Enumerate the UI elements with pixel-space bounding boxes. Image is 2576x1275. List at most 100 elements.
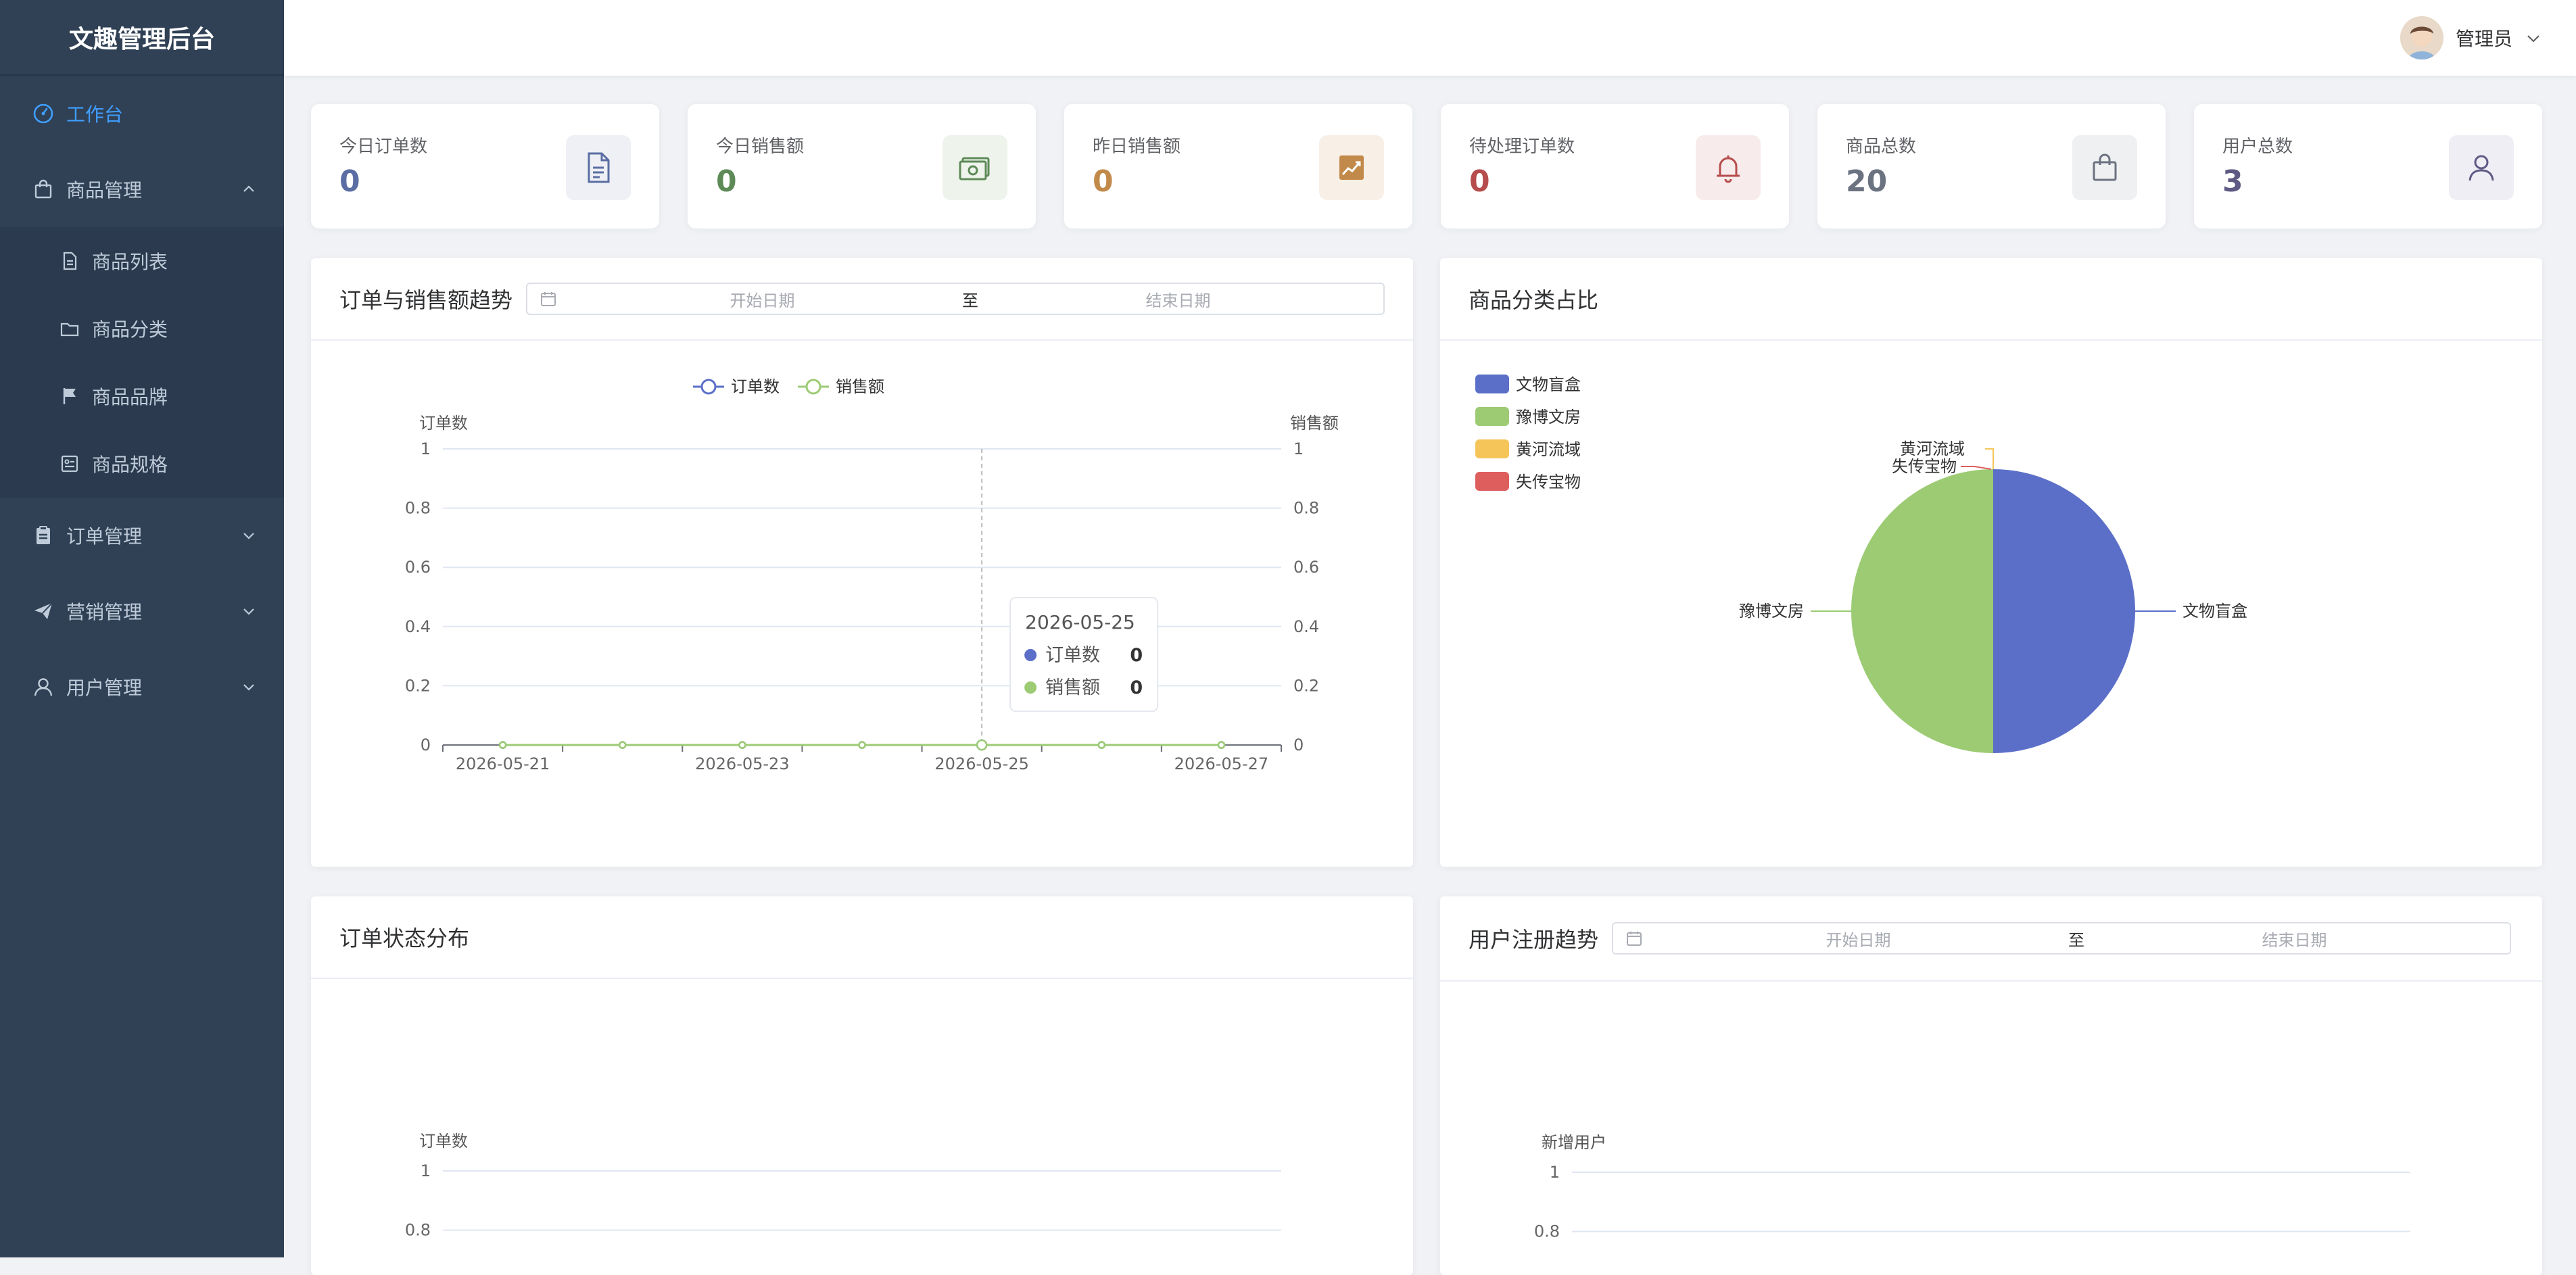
stat-cards: 今日订单数 0 今日销售额 0 昨日销售额 0 待处理订单数 0 商品总数 20… xyxy=(311,104,2542,228)
tooltip-title: 2026-05-25 xyxy=(1025,611,1135,633)
pie-leader-line xyxy=(1985,448,1994,469)
range-separator: 至 xyxy=(2068,930,2085,950)
clipboard-icon xyxy=(32,525,54,546)
data-point xyxy=(1097,741,1106,749)
sidebar-item-goods[interactable]: 商品管理 xyxy=(0,151,284,227)
y-tick-label-right: 0 xyxy=(1293,736,1304,754)
legend-swatch xyxy=(1475,439,1509,458)
trend-chart-icon xyxy=(1319,135,1384,200)
y-tick-label-right: 0.6 xyxy=(1293,558,1319,577)
y-tick-label-left: 1 xyxy=(421,439,431,458)
sidebar-item-goods-list[interactable]: 商品列表 xyxy=(0,227,284,295)
paper-plane-icon xyxy=(32,600,54,622)
y-axis-title: 订单数 xyxy=(419,1132,468,1151)
sidebar-item-label: 商品品牌 xyxy=(92,386,168,408)
legend-label: 黄河流域 xyxy=(1516,440,1581,459)
legend-marker xyxy=(805,379,821,395)
sidebar-item-workbench[interactable]: 工作台 xyxy=(0,76,284,151)
legend-swatch xyxy=(1475,472,1509,491)
stat-card-users-total: 用户总数 3 xyxy=(2194,104,2542,228)
end-date-input[interactable]: 结束日期 xyxy=(985,287,1371,311)
tooltip-series-name: 销售额 xyxy=(1045,677,1100,698)
y-tick-label-right: 0.2 xyxy=(1293,676,1319,695)
folder-icon xyxy=(59,318,80,339)
order-status-chart: 订单数10.80.6 xyxy=(405,1132,1281,1240)
sidebar-item-marketing[interactable]: 营销管理 xyxy=(0,573,284,649)
sidebar-item-goods-spec[interactable]: 商品规格 xyxy=(0,430,284,498)
data-point xyxy=(1217,741,1226,749)
x-tick-label: 2026-05-23 xyxy=(695,754,789,773)
y-tick-label-left: 0 xyxy=(421,736,431,754)
date-range-picker[interactable]: 开始日期 至 结束日期 xyxy=(526,283,1385,315)
date-range-picker[interactable]: 开始日期 至 结束日期 xyxy=(1612,922,2512,955)
chevron-down-icon xyxy=(241,679,257,695)
user-name: 管理员 xyxy=(2455,28,2512,50)
document-icon xyxy=(566,135,631,200)
y-tick-label-left: 0.2 xyxy=(405,676,431,695)
pie-label: 豫博文房 xyxy=(1739,602,1804,621)
range-separator: 至 xyxy=(962,291,979,310)
shopping-bag-icon xyxy=(2072,135,2137,200)
tooltip-marker xyxy=(1024,649,1037,661)
sidebar-item-label: 订单管理 xyxy=(66,525,143,548)
user-dropdown[interactable]: 管理员 xyxy=(2400,15,2542,61)
calendar-icon xyxy=(1625,930,1643,947)
start-date-input[interactable]: 开始日期 xyxy=(1655,927,2061,951)
legend-label: 订单数 xyxy=(731,377,780,396)
bell-icon xyxy=(1696,135,1761,200)
pie-label: 失传宝物 xyxy=(1892,457,1957,476)
sidebar-menu: 工作台 商品管理 商品列表 商品分类 商品品牌 商品规格 订单管理 营销管理 用… xyxy=(0,76,284,725)
tooltip-series-value: 0 xyxy=(1130,677,1143,698)
y-axis-title: 新增用户 xyxy=(1542,1133,1606,1152)
document-icon xyxy=(59,251,80,271)
panel-title: 商品分类占比 xyxy=(1469,287,1599,313)
sidebar-item-goods-brand[interactable]: 商品品牌 xyxy=(0,362,284,430)
sidebar-item-label: 商品列表 xyxy=(92,251,168,273)
y-tick-label: 1 xyxy=(1550,1163,1560,1182)
order-sales-trend-chart: 订单数 销售额订单数 销售额0 00.2 0.20.4 0.40.6 0.60.8 0.81 1… xyxy=(405,377,1339,773)
panel-title: 订单与销售额趋势 xyxy=(339,287,513,313)
sidebar-item-label: 营销管理 xyxy=(66,601,143,623)
legend-label: 豫博文房 xyxy=(1516,408,1581,427)
y-tick-label-right: 0.4 xyxy=(1293,617,1319,636)
panel-header: 商品分类占比 xyxy=(1440,258,2542,341)
dashboard-gauge-icon xyxy=(32,103,54,124)
sidebar-item-orders[interactable]: 订单管理 xyxy=(0,498,284,573)
top-header: 管理员 xyxy=(284,0,2576,76)
y-tick-label-left: 0.4 xyxy=(405,617,431,636)
money-icon xyxy=(943,135,1007,200)
category-pie-chart: 文物盲盒豫博文房黄河流域失传宝物文物盲盒豫博文房黄河流域失传宝物 xyxy=(1475,375,2247,753)
data-point xyxy=(976,739,988,751)
spec-list-icon xyxy=(59,454,80,474)
y-tick-label: 1 xyxy=(421,1161,431,1180)
panel-header: 用户注册趋势 开始日期 至 结束日期 xyxy=(1440,896,2542,982)
end-date-input[interactable]: 结束日期 xyxy=(2091,927,2498,951)
pie-slice xyxy=(1851,469,1993,753)
tooltip-series-value: 0 xyxy=(1130,645,1143,666)
x-tick-label: 2026-05-27 xyxy=(1174,754,1268,773)
stat-card-goods-total: 商品总数 20 xyxy=(1817,104,2166,228)
y-tick-label-right: 0.8 xyxy=(1293,499,1319,518)
sidebar: 文趣管理后台 工作台 商品管理 商品列表 商品分类 商品品牌 商品规格 订单管理… xyxy=(0,0,284,1257)
stat-card-today-sales: 今日销售额 0 xyxy=(688,104,1036,228)
x-tick-label: 2026-05-21 xyxy=(456,754,550,773)
app-title: 文趣管理后台 xyxy=(0,0,284,76)
legend-swatch xyxy=(1475,375,1509,393)
panel-header: 订单状态分布 xyxy=(311,896,1413,979)
panel-header: 订单与销售额趋势 开始日期 至 结束日期 xyxy=(311,258,1413,341)
shopping-bag-icon xyxy=(32,178,54,200)
sidebar-item-users[interactable]: 用户管理 xyxy=(0,649,284,725)
start-date-input[interactable]: 开始日期 xyxy=(569,287,955,311)
sidebar-item-label: 商品管理 xyxy=(66,179,143,201)
panel-title: 用户注册趋势 xyxy=(1469,927,1599,953)
tooltip-series-name: 订单数 xyxy=(1045,645,1100,666)
trend-panel: 订单与销售额趋势 开始日期 至 结束日期 订单数 销售额 订单数 销售额 0 0 0.2 0.… xyxy=(311,258,1413,867)
legend-label: 销售额 xyxy=(836,377,884,396)
pie-label: 黄河流域 xyxy=(1900,439,1965,458)
legend-label: 文物盲盒 xyxy=(1516,375,1581,394)
y-tick-label: 0.8 xyxy=(405,1221,431,1240)
order-status-panel: 订单状态分布 订单数10.80.6 xyxy=(311,896,1413,1275)
sidebar-item-goods-category[interactable]: 商品分类 xyxy=(0,295,284,362)
panel-title: 订单状态分布 xyxy=(339,925,470,951)
data-point xyxy=(498,741,507,749)
